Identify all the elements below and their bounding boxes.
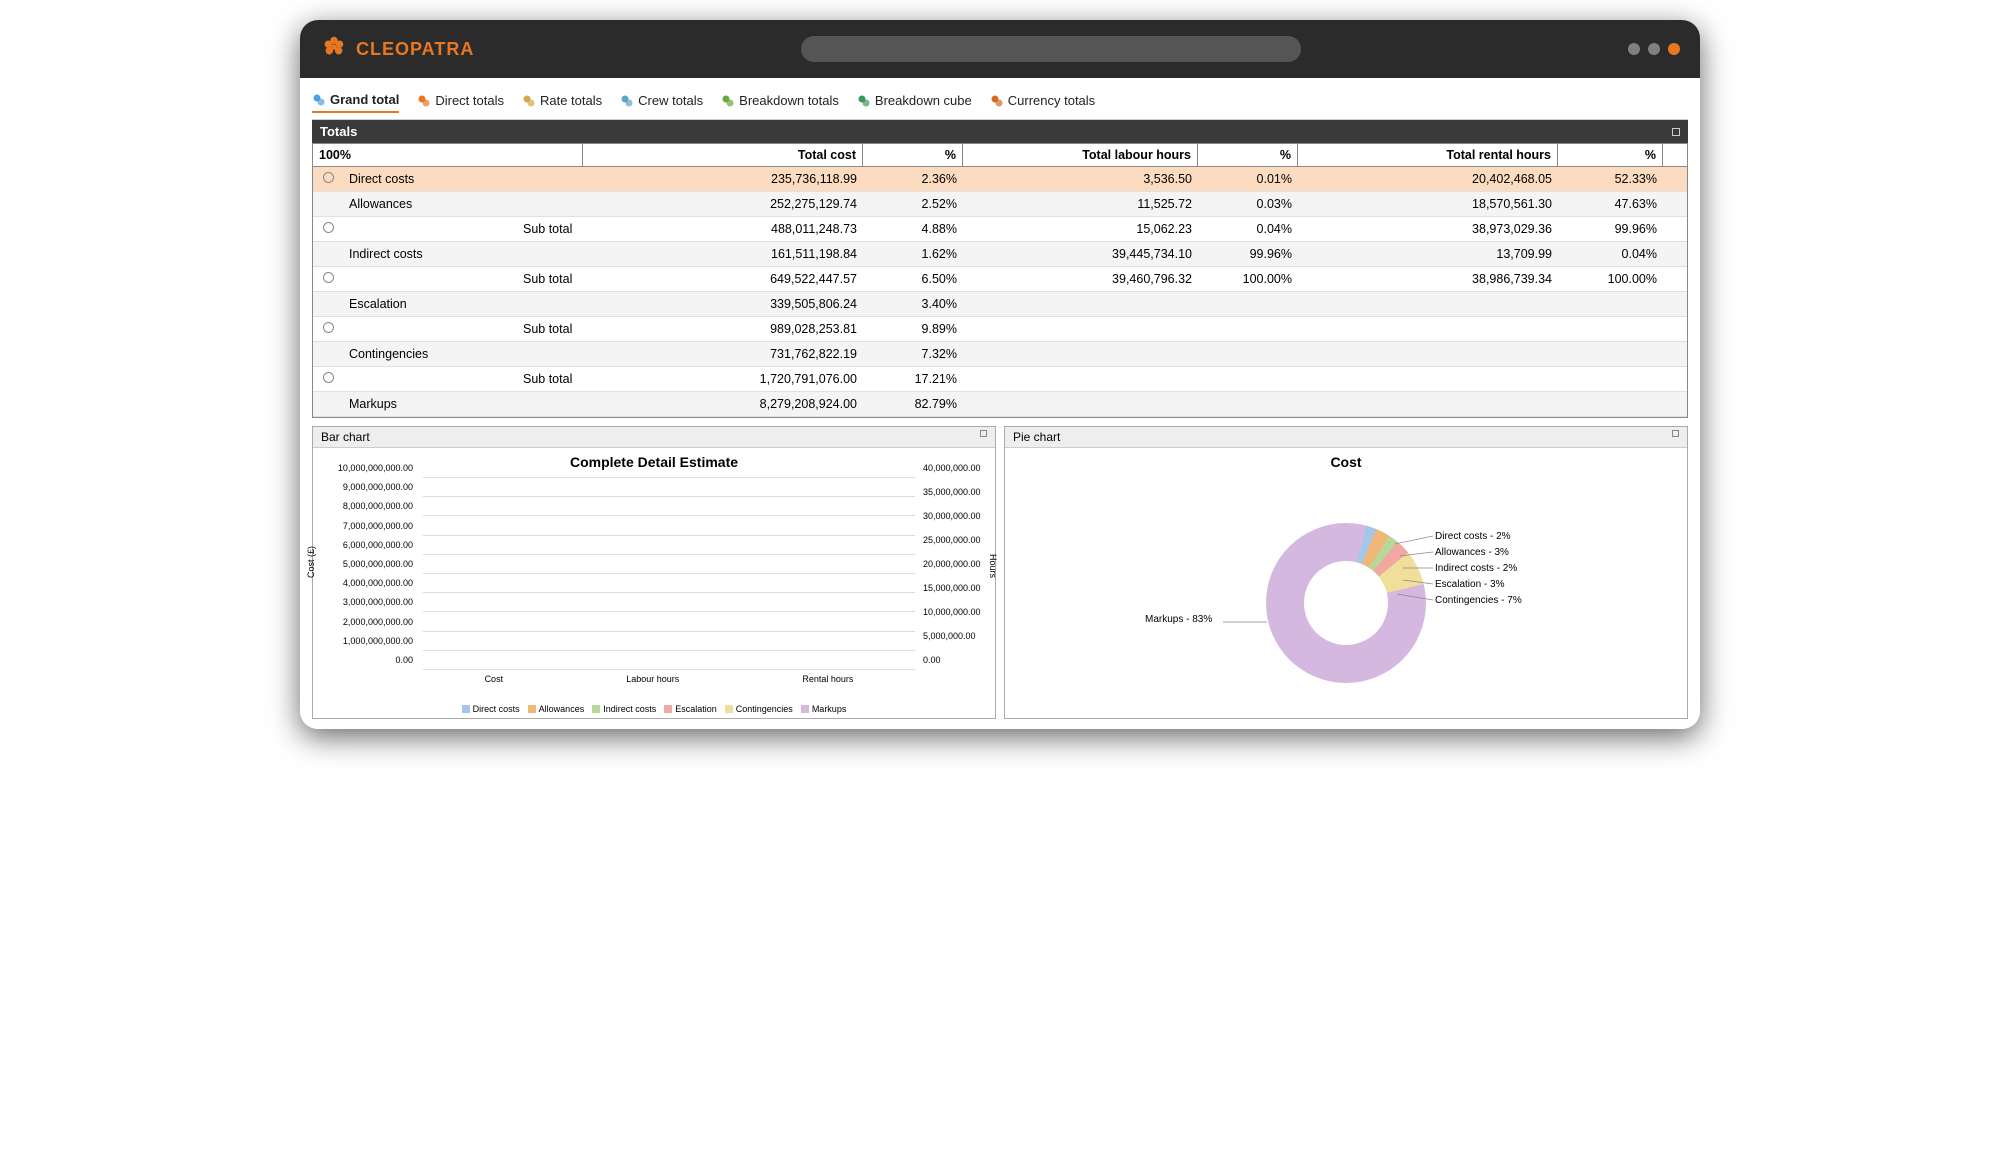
legend-item: Escalation [664,704,717,714]
tabs: Grand total Direct totals Rate totals Crew … [312,88,1688,120]
totals-table: 100%Total cost%Total labour hours%Total … [312,143,1688,418]
legend-item: Markups [801,704,847,714]
column-header[interactable]: Total rental hours [1298,144,1558,166]
column-header[interactable]: Total cost [583,144,863,166]
row-radio[interactable] [323,372,334,383]
row-radio[interactable] [323,222,334,233]
table-header: 100%Total cost%Total labour hours%Total … [313,144,1687,167]
brand-name: CLEOPATRA [356,39,474,60]
row-radio[interactable] [323,322,334,333]
table-row[interactable]: Markups8,279,208,924.0082.79% [313,392,1687,417]
row-radio[interactable] [323,272,334,283]
table-body: Direct costs235,736,118.992.36%3,536.500… [313,167,1687,417]
legend-item: Indirect costs [592,704,656,714]
table-row[interactable]: Sub total649,522,447.576.50%39,460,796.3… [313,267,1687,292]
panel-expand-icon[interactable] [1672,430,1679,437]
legend-item: Allowances [528,704,585,714]
bar-panel-title: Bar chart [321,430,370,444]
legend-item: Contingencies [725,704,793,714]
logo: CLEOPATRA [320,33,474,66]
tab-label: Crew totals [638,93,703,108]
donut [1266,523,1426,683]
tab-label: Breakdown totals [739,93,839,108]
tab-breakdown-cube[interactable]: Breakdown cube [857,92,972,113]
tab-label: Direct totals [435,93,504,108]
tab-label: Currency totals [1008,93,1095,108]
pie-panel-title: Pie chart [1013,430,1060,444]
table-row[interactable]: Contingencies731,762,822.197.32% [313,342,1687,367]
column-header[interactable]: % [863,144,963,166]
pie-chart-panel: Pie chart Cost Markups - 83% Direct costs … [1004,426,1688,719]
pie-chart: Cost Markups - 83% Direct costs - 2%Allowa… [1005,448,1687,718]
pie-label-markups: Markups - 83% [1145,614,1212,625]
tab-currency-totals[interactable]: Currency totals [990,92,1095,113]
column-header[interactable]: 100% [313,144,583,166]
tab-direct-totals[interactable]: Direct totals [417,92,504,113]
tab-label: Grand total [330,92,399,107]
bar-chart: Complete Detail EstimateCost (£)Hours0.0… [313,448,995,718]
column-header[interactable]: Total labour hours [963,144,1198,166]
tab-label: Rate totals [540,93,602,108]
table-row[interactable]: Direct costs235,736,118.992.36%3,536.500… [313,167,1687,192]
tab-icon [721,94,735,108]
column-header[interactable]: % [1558,144,1663,166]
tab-icon [990,94,1004,108]
pie-chart-title: Cost [1015,454,1677,470]
table-row[interactable]: Allowances252,275,129.742.52%11,525.720.… [313,192,1687,217]
window-button[interactable] [1648,43,1660,55]
tab-crew-totals[interactable]: Crew totals [620,92,703,113]
tab-icon [620,94,634,108]
logo-icon [320,33,348,66]
totals-panel-header: Totals [312,120,1688,143]
search-input[interactable] [801,36,1301,62]
bar-chart-title: Complete Detail Estimate [323,454,985,470]
legend-item: Direct costs [462,704,520,714]
table-row[interactable]: Indirect costs161,511,198.841.62%39,445,… [313,242,1687,267]
titlebar: CLEOPATRA [300,20,1700,78]
tab-icon [417,94,431,108]
panel-expand-icon[interactable] [980,430,987,437]
panel-expand-icon[interactable] [1672,128,1680,136]
column-header[interactable]: % [1198,144,1298,166]
tab-label: Breakdown cube [875,93,972,108]
tab-icon [522,94,536,108]
window-button[interactable] [1628,43,1640,55]
app-window: CLEOPATRA Grand total Direct totals Rate t… [300,20,1700,729]
pie-labels-right: Direct costs - 2%Allowances - 3%Indirect… [1435,529,1522,609]
table-row[interactable]: Sub total488,011,248.734.88%15,062.230.0… [313,217,1687,242]
window-buttons [1628,43,1680,55]
bar-chart-panel: Bar chart Complete Detail EstimateCost (… [312,426,996,719]
row-radio[interactable] [323,172,334,183]
tab-rate-totals[interactable]: Rate totals [522,92,602,113]
totals-panel-title: Totals [320,124,357,139]
searchbar [474,36,1628,62]
table-row[interactable]: Sub total989,028,253.819.89% [313,317,1687,342]
tab-breakdown-totals[interactable]: Breakdown totals [721,92,839,113]
tab-icon [857,94,871,108]
tab-grand-total[interactable]: Grand total [312,92,399,113]
window-button[interactable] [1668,43,1680,55]
table-row[interactable]: Sub total1,720,791,076.0017.21% [313,367,1687,392]
tab-icon [312,93,326,107]
bar-legend: Direct costs Allowances Indirect costs Esca… [313,704,995,714]
table-row[interactable]: Escalation339,505,806.243.40% [313,292,1687,317]
